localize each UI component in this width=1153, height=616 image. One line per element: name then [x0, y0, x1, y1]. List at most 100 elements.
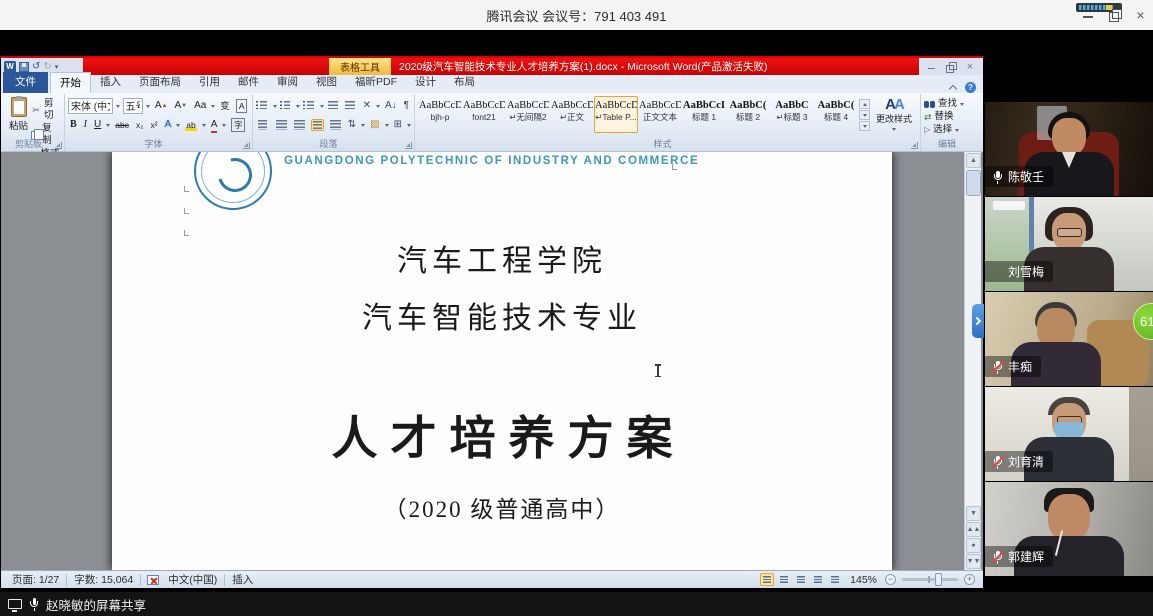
zoom-out-button[interactable]: − — [885, 574, 896, 585]
clipboard-dialog-launcher[interactable] — [55, 142, 62, 149]
find-button[interactable]: 查找 — [924, 98, 980, 110]
draft-view-icon[interactable] — [828, 573, 842, 586]
ribbon-tab[interactable]: 开始 — [50, 72, 91, 93]
scrollbar-thumb[interactable] — [966, 170, 981, 196]
zoom-in-button[interactable]: + — [964, 574, 975, 585]
participant-tile[interactable]: 陈敬壬 — [985, 102, 1153, 196]
restore-button[interactable] — [1108, 9, 1121, 22]
next-page-icon[interactable]: ▼▼ — [966, 554, 981, 569]
style-gallery-down-icon[interactable] — [859, 110, 870, 120]
underline-button[interactable]: U — [92, 119, 103, 131]
line-spacing-icon[interactable]: ⇅ — [346, 118, 358, 132]
participant-tile[interactable]: 刘育清 — [985, 387, 1153, 481]
style-item[interactable]: AaBbCcDd ↵无间隔2 — [506, 96, 550, 133]
qat-dropdown-icon[interactable]: ▾ — [55, 63, 59, 71]
zoom-slider[interactable] — [902, 578, 958, 581]
style-item[interactable]: AaBbCcDd font21 — [462, 96, 506, 133]
styles-dialog-launcher[interactable] — [911, 142, 918, 149]
ribbon-tab[interactable]: 设计 — [406, 72, 445, 93]
font-dialog-launcher[interactable] — [243, 142, 250, 149]
ribbon-tab[interactable]: 福昕PDF — [346, 72, 406, 93]
shrink-font-button[interactable]: A▼ — [172, 100, 189, 112]
outline-view-icon[interactable] — [811, 573, 825, 586]
numbered-list-icon[interactable] — [280, 99, 292, 112]
justify-icon[interactable] — [311, 119, 324, 131]
grow-font-button[interactable]: A▲ — [153, 100, 170, 112]
participant-tile[interactable]: 丰痴 61 — [985, 292, 1153, 386]
multilevel-list-icon[interactable] — [303, 99, 315, 112]
document-canvas[interactable]: GUANGDONG POLYTECHNIC OF INDUSTRY AND CO… — [1, 152, 983, 570]
page-indicator[interactable]: 页面: 1/27 — [5, 572, 66, 587]
style-item[interactable]: AaBbC( 标题 2 — [726, 96, 770, 133]
fullscreen-view-icon[interactable] — [777, 573, 791, 586]
document-page[interactable]: GUANGDONG POLYTECHNIC OF INDUSTRY AND CO… — [112, 152, 892, 570]
increase-indent-icon[interactable] — [344, 99, 356, 112]
text-effects-button[interactable]: A — [163, 119, 174, 131]
ribbon-tab[interactable]: 页面布局 — [130, 72, 190, 93]
style-item[interactable]: AaBbCcDdl ↵Table P... — [594, 96, 638, 133]
asian-layout-icon[interactable]: ✕ — [361, 99, 373, 113]
italic-button[interactable]: I — [82, 119, 89, 131]
change-case-button[interactable]: Aa — [192, 100, 208, 112]
style-item[interactable]: AaBbC ↵标题 3 — [770, 96, 814, 133]
participant-tile[interactable]: 刘雪梅 — [985, 197, 1153, 291]
language-indicator[interactable]: 中文(中国) — [161, 572, 224, 587]
ribbon-tab[interactable]: 文件 — [3, 72, 48, 93]
style-item[interactable]: AaBbCcDdl 正文文本 — [638, 96, 682, 133]
align-right-icon[interactable] — [293, 119, 306, 131]
ribbon-tab[interactable]: 布局 — [445, 72, 484, 93]
word-close-button[interactable]: × — [965, 62, 975, 72]
participant-tile[interactable]: 郭建辉 — [985, 482, 1153, 576]
bullet-list-icon[interactable] — [256, 99, 268, 112]
cut-button[interactable]: ✂剪切 — [31, 98, 61, 122]
select-browse-object-icon[interactable]: ● — [966, 538, 981, 553]
align-center-icon[interactable] — [275, 119, 288, 131]
strikethrough-button[interactable]: abc — [113, 119, 131, 131]
word-minimize-button[interactable] — [927, 62, 937, 72]
style-item[interactable]: AaBbC( 标题 4 — [814, 96, 858, 133]
scroll-up-icon[interactable]: ▲ — [966, 153, 981, 168]
replace-button[interactable]: ⇄替换 — [924, 111, 980, 123]
bold-button[interactable]: B — [68, 119, 79, 131]
undo-icon[interactable]: ↺ — [32, 62, 40, 72]
ribbon-tab[interactable]: 插入 — [91, 72, 130, 93]
distribute-icon[interactable] — [329, 119, 342, 131]
shading-icon[interactable]: ▨ — [368, 118, 381, 132]
font-size-combo[interactable]: 五号 — [123, 98, 143, 114]
align-left-icon[interactable] — [257, 119, 270, 131]
ribbon-tab[interactable]: 邮件 — [229, 72, 268, 93]
redo-icon[interactable]: ↻ — [43, 62, 51, 72]
web-layout-view-icon[interactable] — [794, 573, 808, 586]
font-name-combo[interactable]: 宋体 (中文正文 — [68, 98, 113, 114]
help-icon[interactable]: ? — [965, 82, 976, 93]
save-icon[interactable] — [19, 62, 29, 72]
phonetic-guide-button[interactable]: 变 — [218, 100, 231, 112]
word-restore-button[interactable] — [946, 62, 956, 72]
vertical-scrollbar[interactable]: ▲ ▼ ▲▲ ● ▼▼ — [964, 152, 981, 570]
scroll-down-icon[interactable]: ▼ — [966, 506, 981, 521]
highlight-button[interactable]: ab — [183, 119, 198, 131]
zoom-slider-thumb[interactable] — [935, 573, 942, 586]
superscript-button[interactable]: x² — [149, 119, 160, 131]
print-layout-view-icon[interactable] — [760, 573, 774, 586]
sidebar-expand-button[interactable] — [972, 304, 984, 338]
style-item[interactable]: AaBbCcD bjh-p — [418, 96, 462, 133]
ribbon-tab[interactable]: 引用 — [190, 72, 229, 93]
character-border-button[interactable]: A — [234, 99, 249, 113]
spellcheck-icon[interactable] — [147, 575, 159, 585]
word-logo-icon[interactable]: W — [4, 61, 16, 73]
style-item[interactable]: AaBbCcDd ↵正文 — [550, 96, 594, 133]
show-marks-icon[interactable]: ¶ — [402, 99, 411, 113]
decrease-indent-icon[interactable] — [327, 99, 339, 112]
character-shading-button[interactable]: 字 — [229, 118, 247, 132]
ribbon-tab[interactable]: 视图 — [307, 72, 346, 93]
minimize-ribbon-icon[interactable] — [949, 83, 958, 92]
previous-page-icon[interactable]: ▲▲ — [966, 522, 981, 537]
sort-icon[interactable]: A↓ — [383, 99, 399, 113]
paragraph-dialog-launcher[interactable] — [405, 142, 412, 149]
style-gallery-more-icon[interactable] — [859, 121, 870, 131]
subscript-button[interactable]: x₂ — [134, 119, 146, 131]
ribbon-tab[interactable]: 审阅 — [268, 72, 307, 93]
insert-mode[interactable]: 插入 — [225, 572, 260, 587]
close-button[interactable]: × — [1134, 9, 1147, 22]
